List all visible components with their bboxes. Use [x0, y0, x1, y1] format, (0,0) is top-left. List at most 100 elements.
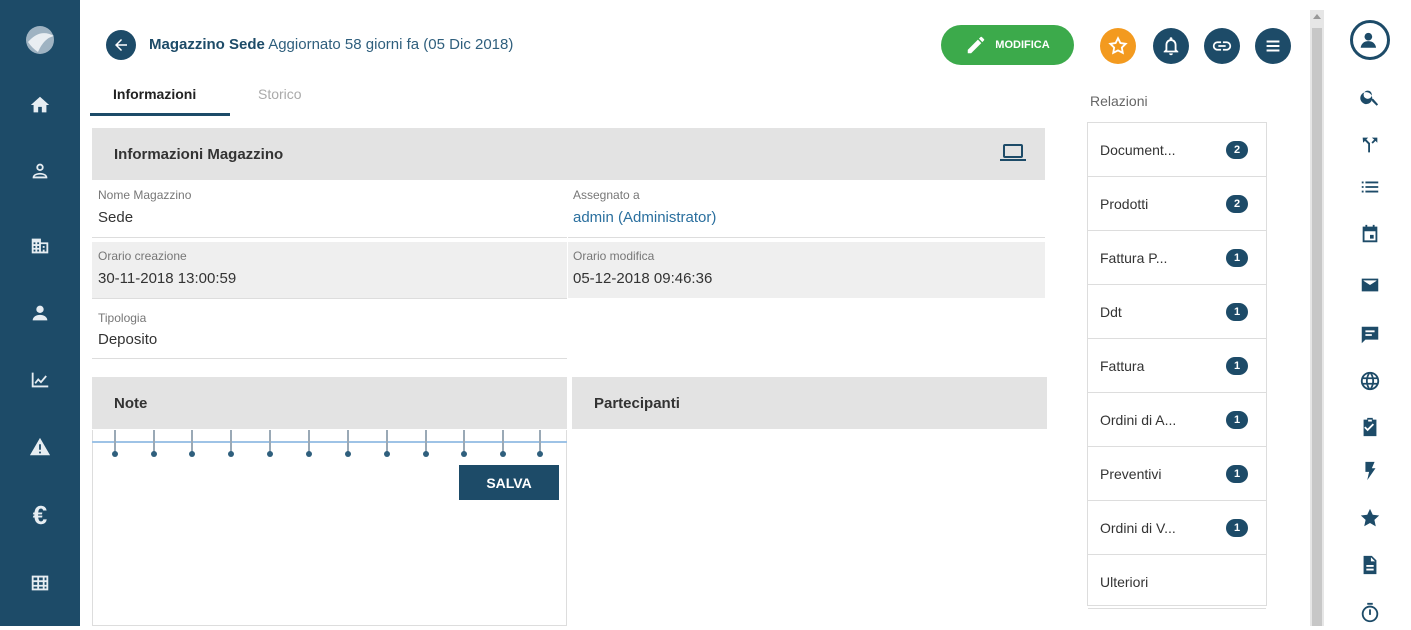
- list-button[interactable]: [1353, 170, 1387, 204]
- relation-item-ordini-vendita[interactable]: Ordini di V... 1: [1088, 501, 1266, 555]
- nav-companies[interactable]: [0, 221, 80, 271]
- pencil-icon: [968, 36, 985, 54]
- relation-item-fattura-p[interactable]: Fattura P... 1: [1088, 231, 1266, 285]
- edit-button-label: MODIFICA: [995, 39, 1050, 51]
- relation-count-badge: 1: [1226, 248, 1248, 267]
- timer-icon: [1361, 602, 1379, 623]
- home-icon: [30, 96, 50, 113]
- relation-label: Preventivi: [1100, 465, 1162, 482]
- relation-item-fattura[interactable]: Fattura 1: [1088, 339, 1266, 393]
- favorites-button[interactable]: [1353, 501, 1387, 535]
- vertical-scrollbar[interactable]: [1310, 10, 1324, 626]
- notes-editor[interactable]: [92, 430, 567, 626]
- notepad-line: [92, 441, 567, 443]
- active-tab-indicator: [90, 113, 230, 116]
- relation-item-ulteriori[interactable]: Ulteriori: [1088, 555, 1266, 609]
- nav-reports[interactable]: [0, 355, 80, 405]
- scroll-up-arrow[interactable]: [1313, 14, 1321, 19]
- divider: [92, 358, 567, 359]
- divider: [568, 237, 1045, 238]
- relation-item-ddt[interactable]: Ddt 1: [1088, 285, 1266, 339]
- record-updated-info: Aggiornato 58 giorni fa (05 Dic 2018): [268, 36, 514, 53]
- search-button[interactable]: [1353, 80, 1387, 114]
- notes-section-title: Note: [114, 394, 148, 412]
- left-navigation: €: [0, 0, 80, 626]
- monitor-icon[interactable]: [1000, 144, 1026, 161]
- notepad-ring: [384, 430, 390, 458]
- nav-tables[interactable]: [0, 558, 80, 608]
- link-icon: [1212, 41, 1232, 51]
- link-button[interactable]: [1204, 28, 1240, 64]
- clipboard-check-icon: [1363, 417, 1377, 437]
- notepad-ring: [112, 430, 118, 458]
- star-icon: [1108, 36, 1128, 55]
- timer-button[interactable]: [1353, 596, 1387, 630]
- notes-section-header: Note: [92, 377, 567, 429]
- nav-finance[interactable]: €: [0, 490, 80, 540]
- nav-contacts[interactable]: [0, 146, 80, 196]
- relations-title: Relazioni: [1090, 93, 1148, 109]
- calendar-button[interactable]: [1353, 217, 1387, 251]
- back-button[interactable]: [106, 30, 136, 60]
- nav-users[interactable]: [0, 288, 80, 338]
- globe-button[interactable]: [1353, 364, 1387, 398]
- documents-button[interactable]: [1353, 548, 1387, 582]
- app-logo-icon[interactable]: [22, 22, 58, 58]
- contacts-icon: [32, 163, 48, 179]
- field-label-nome: Nome Magazzino: [98, 188, 192, 202]
- edit-button[interactable]: MODIFICA: [941, 25, 1074, 65]
- right-toolbar: [1330, 0, 1411, 626]
- search-icon: [1360, 90, 1379, 106]
- document-icon: [1363, 555, 1377, 575]
- scrollbar-thumb[interactable]: [1312, 28, 1322, 626]
- relation-item-documenti[interactable]: Document... 2: [1088, 123, 1266, 177]
- table-icon: [31, 575, 49, 591]
- relation-count-badge: 2: [1226, 194, 1248, 213]
- menu-button[interactable]: [1255, 28, 1291, 64]
- relation-label: Ordini di A...: [1100, 411, 1177, 428]
- arrow-left-icon: [115, 39, 127, 51]
- notepad-ring: [461, 430, 467, 458]
- tasks-button[interactable]: [1353, 410, 1387, 444]
- menu-icon: [1266, 40, 1280, 52]
- nav-home[interactable]: [0, 80, 80, 130]
- relation-label: Document...: [1100, 141, 1176, 158]
- field-label-modifica: Orario modifica: [573, 249, 655, 263]
- field-value-nome: Sede: [98, 209, 134, 226]
- chat-button[interactable]: [1353, 318, 1387, 352]
- nav-alerts[interactable]: [0, 422, 80, 472]
- company-icon: [31, 238, 49, 254]
- field-value-creazione: 30-11-2018 13:00:59: [98, 270, 237, 287]
- relation-item-ordini-acquisto[interactable]: Ordini di A... 1: [1088, 393, 1266, 447]
- mail-button[interactable]: [1353, 268, 1387, 302]
- field-label-tipologia: Tipologia: [98, 311, 147, 325]
- merge-button[interactable]: [1353, 128, 1387, 162]
- relation-label: Ddt: [1100, 303, 1122, 320]
- notepad-ring: [189, 430, 195, 458]
- star-icon: [1360, 508, 1380, 527]
- participants-section-title: Partecipanti: [594, 394, 680, 412]
- relation-item-preventivi[interactable]: Preventivi 1: [1088, 447, 1266, 501]
- save-note-button[interactable]: SALVA: [459, 465, 559, 500]
- chart-icon: [31, 372, 49, 388]
- relation-item-prodotti[interactable]: Prodotti 2: [1088, 177, 1266, 231]
- relation-label: Fattura P...: [1100, 249, 1168, 266]
- tab-storico[interactable]: Storico: [258, 86, 302, 102]
- notepad-ring: [345, 430, 351, 458]
- notifications-button[interactable]: [1153, 28, 1189, 64]
- record-title: Magazzino Sede Aggiornato 58 giorni fa (…: [149, 36, 513, 53]
- relation-label: Ulteriori: [1100, 573, 1149, 590]
- chat-icon: [1361, 326, 1379, 344]
- notepad-ring: [151, 430, 157, 458]
- relation-label: Ordini di V...: [1100, 519, 1176, 536]
- tab-informazioni[interactable]: Informazioni: [113, 86, 196, 102]
- notepad-ring: [267, 430, 273, 458]
- field-value-assegnato[interactable]: admin (Administrator): [573, 209, 716, 226]
- flash-button[interactable]: [1353, 454, 1387, 488]
- avatar[interactable]: [1350, 20, 1390, 60]
- relations-panel: Document... 2 Prodotti 2 Fattura P... 1 …: [1087, 122, 1267, 609]
- notepad-ring: [228, 430, 234, 458]
- field-value-tipologia: Deposito: [98, 331, 158, 348]
- merge-icon: [1362, 137, 1378, 153]
- favorite-button[interactable]: [1100, 28, 1136, 64]
